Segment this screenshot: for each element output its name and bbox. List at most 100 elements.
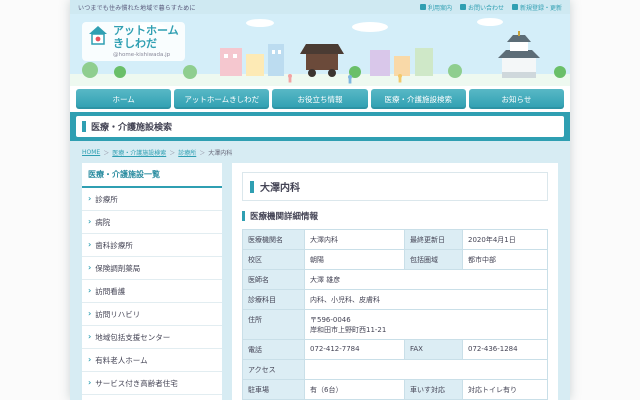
facility-name: 大澤内科 bbox=[260, 179, 300, 194]
table-row: 診療科目内科、小児科、皮膚科 bbox=[243, 290, 548, 310]
detail-label: 住所 bbox=[243, 310, 305, 340]
main-nav: ホームアットホームきしわだお役立ち情報医療・介護施設検索お知らせ bbox=[70, 86, 570, 112]
utility-links: 利用案内 お問い合わせ新規登録・更新 bbox=[420, 3, 562, 12]
sidebar-item[interactable]: › 訪問看護 bbox=[82, 280, 222, 303]
content-area: HOME＞医療・介護施設検索＞診療所＞大澤内科 医療・介護施設一覧 ›診療所›病… bbox=[70, 141, 570, 400]
nav-item[interactable]: お知らせ bbox=[469, 89, 564, 109]
detail-label: 駐車場 bbox=[243, 380, 305, 400]
chevron-right-icon: › bbox=[88, 264, 91, 272]
chevron-right-icon: › bbox=[88, 310, 91, 318]
detail-value: 対応トイレ有り bbox=[463, 380, 548, 400]
detail-value: 2020年4月1日 bbox=[463, 230, 548, 250]
house-logo-icon bbox=[88, 25, 108, 47]
logo-domain: @home-kishiwada.jp bbox=[113, 52, 179, 58]
chevron-right-icon: › bbox=[88, 195, 91, 203]
detail-label: 医療機関名 bbox=[243, 230, 305, 250]
table-row: 医療機関名大澤内科最終更新日2020年4月1日 bbox=[243, 230, 548, 250]
main-panel: 大澤内科 医療機関詳細情報 医療機関名大澤内科最終更新日2020年4月1日校区朝… bbox=[232, 163, 558, 400]
breadcrumb-separator: ＞ bbox=[169, 148, 175, 157]
table-row: 駐車場有（6台）車いす対応対応トイレ有り bbox=[243, 380, 548, 400]
detail-label: 包括圏域 bbox=[405, 250, 463, 270]
site-tagline: いつまでも住み慣れた地域で暮らすために bbox=[78, 3, 196, 12]
breadcrumb-item[interactable]: 診療所 bbox=[178, 148, 196, 157]
detail-value: 朝陽 bbox=[305, 250, 405, 270]
section-header: 医療機関詳細情報 bbox=[242, 210, 548, 222]
sidebar-item[interactable]: ›病院 bbox=[82, 211, 222, 234]
sidebar-item-label: 訪問リハビリ bbox=[95, 309, 140, 320]
sidebar-title: 医療・介護施設一覧 bbox=[82, 163, 222, 188]
sidebar-item-label: 有料老人ホーム bbox=[95, 355, 147, 366]
breadcrumb-item[interactable]: HOME bbox=[82, 149, 100, 156]
sidebar-item[interactable]: › 訪問リハビリ bbox=[82, 303, 222, 326]
chevron-right-icon: › bbox=[88, 333, 91, 341]
link-icon bbox=[460, 4, 466, 10]
detail-label: 最終更新日 bbox=[405, 230, 463, 250]
sidebar-item-label: 訪問看護 bbox=[95, 286, 125, 297]
breadcrumb-separator: ＞ bbox=[199, 148, 205, 157]
sidebar: 医療・介護施設一覧 ›診療所›病院›歯科診療所›保険調剤薬局›訪問看護›訪問リハ… bbox=[82, 163, 222, 400]
chevron-right-icon: › bbox=[88, 287, 91, 295]
detail-label: 校区 bbox=[243, 250, 305, 270]
section-accent-bar bbox=[242, 211, 245, 221]
page-title: 医療・介護施設検索 bbox=[91, 120, 172, 133]
site-container: いつまでも住み慣れた地域で暮らすために 利用案内 お問い合わせ新規登録・更新 bbox=[70, 0, 570, 400]
nav-item[interactable]: 医療・介護施設検索 bbox=[371, 89, 466, 109]
detail-value: 内科、小児科、皮膚科 bbox=[305, 290, 548, 310]
sidebar-item[interactable]: › サービス付き高齢者住宅 bbox=[82, 372, 222, 395]
detail-value: 072-412-7784 bbox=[305, 340, 405, 360]
breadcrumb: HOME＞医療・介護施設検索＞診療所＞大澤内科 bbox=[82, 148, 558, 157]
logo-line2: きしわだ bbox=[113, 38, 179, 51]
sidebar-item[interactable]: ›有料老人ホーム bbox=[82, 349, 222, 372]
detail-label: FAX bbox=[405, 340, 463, 360]
chevron-right-icon: › bbox=[88, 379, 91, 387]
detail-label: 車いす対応 bbox=[405, 380, 463, 400]
detail-value: 都市中部 bbox=[463, 250, 548, 270]
utility-link-label: 利用案内 bbox=[428, 3, 452, 12]
section-title: 医療機関詳細情報 bbox=[250, 210, 318, 222]
sidebar-item-label: サービス付き高齢者住宅 bbox=[95, 378, 178, 389]
sidebar-list: ›診療所›病院›歯科診療所›保険調剤薬局›訪問看護›訪問リハビリ›地域包括支援セ… bbox=[82, 188, 222, 400]
utility-link-label: お問い合わせ bbox=[468, 3, 504, 12]
table-row: 電話072-412-7784FAX072-436-1284 bbox=[243, 340, 548, 360]
logo-text: アットホーム きしわだ @home-kishiwada.jp bbox=[113, 25, 179, 58]
sidebar-item-label: 歯科診療所 bbox=[95, 240, 133, 251]
sidebar-item-label: 保険調剤薬局 bbox=[95, 263, 140, 274]
utility-link[interactable]: 新規登録・更新 bbox=[512, 3, 562, 12]
sidebar-item[interactable]: › 歯科診療所 bbox=[82, 234, 222, 257]
nav-item[interactable]: アットホームきしわだ bbox=[174, 89, 269, 109]
nav-item[interactable]: お役立ち情報 bbox=[272, 89, 367, 109]
detail-label: アクセス bbox=[243, 360, 305, 380]
breadcrumb-separator: ＞ bbox=[103, 148, 109, 157]
breadcrumb-item[interactable]: 医療・介護施設検索 bbox=[112, 148, 166, 157]
page-title-box: 医療・介護施設検索 bbox=[76, 116, 564, 137]
sidebar-item[interactable]: ›診療所 bbox=[82, 188, 222, 211]
detail-table-body: 医療機関名大澤内科最終更新日2020年4月1日校区朝陽包括圏域都市中部医師名大澤… bbox=[243, 230, 548, 400]
title-accent-bar bbox=[82, 121, 86, 132]
sidebar-item[interactable]: › 地域包括支援センター bbox=[82, 326, 222, 349]
utility-link[interactable]: お問い合わせ bbox=[460, 3, 504, 12]
sidebar-item[interactable]: › 保険調剤薬局 bbox=[82, 257, 222, 280]
detail-label: 電話 bbox=[243, 340, 305, 360]
detail-value bbox=[305, 360, 548, 380]
breadcrumb-item: 大澤内科 bbox=[208, 148, 232, 157]
sidebar-item-label: 病院 bbox=[95, 217, 110, 228]
facility-title-box: 大澤内科 bbox=[242, 172, 548, 201]
detail-table: 医療機関名大澤内科最終更新日2020年4月1日校区朝陽包括圏域都市中部医師名大澤… bbox=[242, 229, 548, 400]
table-row: 医師名大澤 雄彦 bbox=[243, 270, 548, 290]
site-header: アットホーム きしわだ @home-kishiwada.jp bbox=[70, 14, 570, 86]
detail-value: 〒596-0046 岸和田市上野町西11-21 bbox=[305, 310, 548, 340]
site-logo[interactable]: アットホーム きしわだ @home-kishiwada.jp bbox=[82, 22, 185, 61]
detail-value: 大澤内科 bbox=[305, 230, 405, 250]
nav-item[interactable]: ホーム bbox=[76, 89, 171, 109]
utility-link[interactable]: 利用案内 bbox=[420, 3, 452, 12]
table-row: 校区朝陽包括圏域都市中部 bbox=[243, 250, 548, 270]
detail-value: 大澤 雄彦 bbox=[305, 270, 548, 290]
detail-label: 医師名 bbox=[243, 270, 305, 290]
link-icon bbox=[512, 4, 518, 10]
sidebar-item[interactable]: ›軽費老人ホーム bbox=[82, 395, 222, 400]
link-icon bbox=[420, 4, 426, 10]
detail-value: 有（6台） bbox=[305, 380, 405, 400]
chevron-right-icon: › bbox=[88, 241, 91, 249]
page-title-strip: 医療・介護施設検索 bbox=[70, 112, 570, 141]
sidebar-item-label: 地域包括支援センター bbox=[95, 332, 170, 343]
